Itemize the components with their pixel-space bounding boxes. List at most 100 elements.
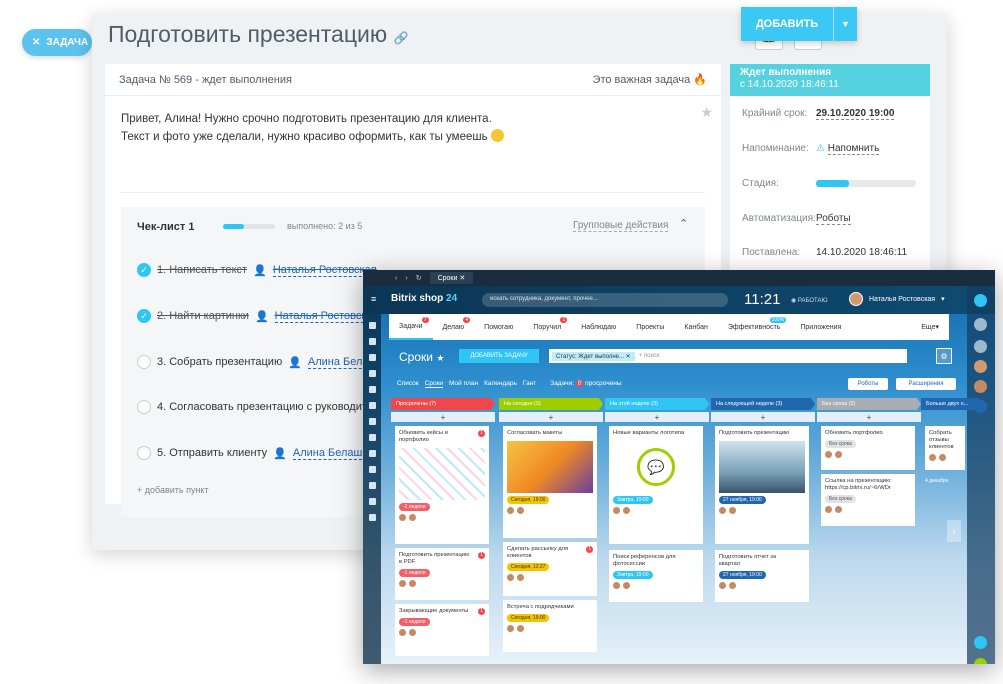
help-icon[interactable] bbox=[974, 294, 987, 307]
search-input[interactable]: искать сотрудника, документ, прочее... bbox=[482, 293, 728, 307]
checklist-item-assignee[interactable]: Алина Белаш bbox=[292, 447, 363, 460]
view-calendar[interactable]: Календарь bbox=[484, 380, 517, 388]
kanban-card[interactable]: Обновить кейсы и портфолио 1 -1 недели bbox=[395, 426, 489, 544]
star-icon[interactable]: ★ bbox=[436, 353, 444, 363]
add-task-button[interactable]: ДОБАВИТЬ ЗАДАЧУ bbox=[459, 349, 539, 363]
nav-icon-drive[interactable] bbox=[369, 482, 376, 489]
add-card-button[interactable]: + bbox=[605, 412, 709, 422]
view-deadlines[interactable]: Сроки bbox=[424, 380, 444, 388]
tab-apps[interactable]: Приложения bbox=[790, 314, 851, 340]
kanban-card[interactable]: Собрать отзывы клиентов bbox=[925, 426, 965, 470]
kanban-card[interactable]: Новые варианты логотипа 💬 Завтра, 19:00 bbox=[609, 426, 703, 544]
unchecked-icon[interactable] bbox=[137, 446, 151, 460]
filter-input[interactable]: Статус: Ждет выполне... ✕ + поиск bbox=[549, 349, 907, 363]
chevron-right-icon[interactable]: › bbox=[947, 520, 961, 542]
unchecked-icon[interactable] bbox=[137, 355, 151, 369]
kanban-card[interactable]: Обновить портфолио Без срока bbox=[821, 426, 915, 470]
kanban-card[interactable]: Согласовать макеты Сегодня, 19:00 bbox=[503, 426, 597, 538]
chevron-down-icon[interactable]: ▼ bbox=[833, 7, 857, 41]
checklist-item[interactable]: 4. Согласовать презентацию с руководител… bbox=[137, 400, 393, 414]
reload-icon[interactable]: ↻ bbox=[416, 274, 422, 282]
nav-icon-tasks[interactable] bbox=[369, 322, 376, 329]
view-list[interactable]: Список bbox=[397, 380, 419, 388]
call-icon[interactable] bbox=[974, 658, 987, 664]
tab-more[interactable]: Еще ▾ bbox=[911, 314, 949, 340]
browser-tab-title: Сроки bbox=[437, 275, 458, 282]
kanban-card[interactable]: Встреча с подрядчиками Сегодня, 19:00 bbox=[503, 600, 597, 652]
nav-icon-phone[interactable] bbox=[369, 498, 376, 505]
menu-icon[interactable]: ≡ bbox=[371, 294, 376, 304]
kanban-card[interactable]: Подготовить презентацию 27 ноября, 19:00 bbox=[715, 426, 809, 544]
add-item-link[interactable]: + добавить пункт bbox=[137, 485, 209, 495]
kanban-card[interactable]: Закрывающие документы 1 -1 недели bbox=[395, 604, 489, 656]
add-button[interactable]: ДОБАВИТЬ ▼ bbox=[741, 7, 857, 41]
work-status[interactable]: ◉ РАБОТАЮ bbox=[791, 297, 828, 304]
nav-icon-feed[interactable] bbox=[369, 354, 376, 361]
status-box: Ждет выполнения с 14.10.2020 18:46:11 bbox=[730, 64, 930, 96]
reminder-value[interactable]: ⚠ Напомнить bbox=[816, 143, 880, 155]
kanban-card[interactable]: Поиск референсов для фотосессии Завтра, … bbox=[609, 550, 703, 602]
filter-chip[interactable]: Статус: Ждет выполне... ✕ bbox=[552, 351, 635, 361]
nav-icon-groups[interactable] bbox=[369, 370, 376, 377]
important-flag[interactable]: Это важная задача 🔥 bbox=[593, 73, 707, 86]
overdue-counter[interactable]: Задачи: 0 просрочены bbox=[550, 380, 622, 388]
group-actions-link[interactable]: Групповые действия bbox=[573, 220, 669, 232]
tab-watching[interactable]: Наблюдаю bbox=[571, 314, 626, 340]
checked-icon[interactable]: ✓ bbox=[137, 309, 151, 323]
back-icon[interactable]: ‹ bbox=[395, 275, 397, 282]
automation-value[interactable]: Роботы bbox=[816, 213, 851, 225]
avatar[interactable] bbox=[974, 380, 987, 393]
star-icon[interactable]: ★ bbox=[700, 104, 713, 121]
nav-icon-apps[interactable] bbox=[369, 466, 376, 473]
notifications-icon[interactable] bbox=[974, 318, 987, 331]
kanban-card[interactable]: Подготовить отчет за квартал 27 ноября, … bbox=[715, 550, 809, 602]
checklist-item[interactable]: 3. Собрать презентацию 👤 Алина Белаш bbox=[137, 355, 378, 369]
nav-icon-clock[interactable] bbox=[369, 402, 376, 409]
checked-icon[interactable]: ✓ bbox=[137, 263, 151, 277]
nav-icon-chat[interactable] bbox=[369, 338, 376, 345]
forward-icon[interactable]: › bbox=[405, 275, 407, 282]
collapse-icon[interactable]: ⌃ bbox=[679, 217, 688, 230]
checklist-item-assignee[interactable]: Наталья Ростовская bbox=[272, 264, 377, 277]
nav-icon-calendar[interactable] bbox=[369, 450, 376, 457]
link-icon[interactable]: 🔗 bbox=[394, 31, 409, 45]
gear-icon[interactable]: ⚙ bbox=[936, 348, 952, 364]
open-lines-icon[interactable] bbox=[974, 636, 987, 649]
view-gantt[interactable]: Гант bbox=[523, 380, 536, 388]
nav-icon-sites[interactable] bbox=[369, 514, 376, 521]
add-card-button[interactable]: + bbox=[499, 412, 603, 422]
deadline-value[interactable]: 29.10.2020 19:00 bbox=[816, 108, 895, 120]
checklist-item[interactable]: ✓ 1. Написать текст 👤 Наталья Ростовская bbox=[137, 263, 377, 277]
stage-bar[interactable] bbox=[816, 180, 916, 187]
nav-icon-filter[interactable] bbox=[369, 434, 376, 441]
robots-button[interactable]: Роботы bbox=[848, 378, 888, 390]
tab-efficiency[interactable]: Эффективность 100% bbox=[718, 314, 791, 340]
tab-kanban[interactable]: Канбан bbox=[674, 314, 717, 340]
tab-projects[interactable]: Проекты bbox=[626, 314, 674, 340]
extensions-button[interactable]: Расширения bbox=[896, 378, 956, 390]
add-card-button[interactable]: + bbox=[391, 412, 495, 422]
description-line-1: Привет, Алина! Нужно срочно подготовить … bbox=[121, 113, 492, 125]
tab-assigned[interactable]: Поручил 1 bbox=[523, 314, 571, 340]
nav-icon-mail[interactable] bbox=[369, 386, 376, 393]
user-menu[interactable]: Наталья Ростовская ▾ bbox=[849, 292, 945, 306]
nav-icon-crm[interactable] bbox=[369, 418, 376, 425]
tab-helping[interactable]: Помогаю bbox=[474, 314, 523, 340]
checklist-item[interactable]: 5. Отправить клиенту👤Алина Белаш👁 bbox=[137, 446, 382, 460]
view-my-plan[interactable]: Мой план bbox=[449, 380, 478, 388]
browser-tab[interactable]: Сроки ✕ bbox=[429, 272, 474, 284]
b24-logo[interactable]: Bitrix shop 24 bbox=[391, 293, 457, 304]
kanban-card[interactable]: Подготовить презентацию в PDF 1 -1 недели bbox=[395, 548, 489, 600]
column-header: Без срока (3) bbox=[817, 398, 921, 410]
avatar[interactable] bbox=[974, 360, 987, 373]
tab-doing[interactable]: Делаю 4 bbox=[433, 314, 475, 340]
task-chip[interactable]: ✕ ЗАДАЧА bbox=[22, 29, 92, 56]
add-card-button[interactable]: + bbox=[817, 412, 921, 422]
tab-tasks[interactable]: Задачи 7 bbox=[389, 314, 433, 340]
unchecked-icon[interactable] bbox=[137, 400, 151, 414]
search-icon[interactable] bbox=[974, 340, 987, 353]
add-card-button[interactable]: + bbox=[711, 412, 815, 422]
kanban-card[interactable]: Ссылка на презентацию: https://cp.bitrix… bbox=[821, 474, 915, 526]
kanban-card[interactable]: Сделать рассылку для клиентов 1 Сегодня, … bbox=[503, 542, 597, 596]
checklist-item[interactable]: ✓ 2. Найти картинки 👤 Наталья Ростовская bbox=[137, 309, 379, 323]
